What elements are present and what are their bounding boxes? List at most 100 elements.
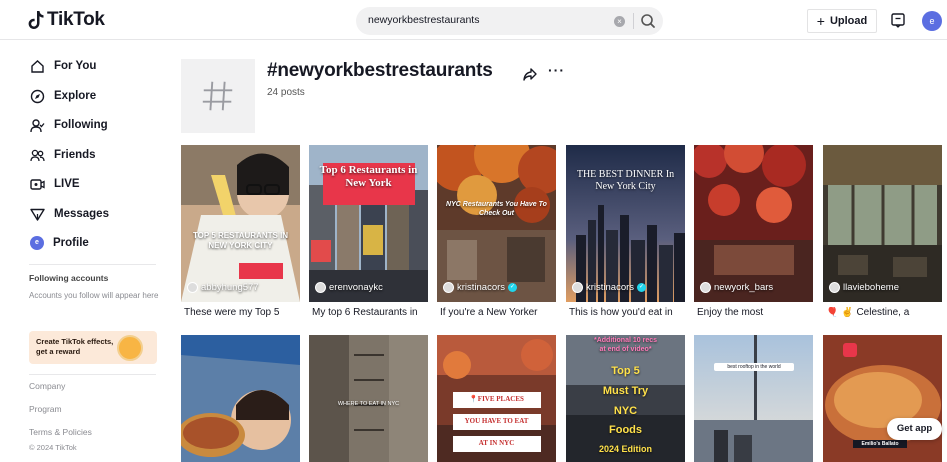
video-card[interactable]: llavieboheme 🎈 ✌️ Celestine, a xyxy=(823,145,942,323)
video-overlay-line: 📍FIVE PLACES xyxy=(469,395,524,403)
top-bar: TikTok newyorkbestrestaurants × + Upload… xyxy=(0,0,947,40)
effects-banner-text: Create TikTok effects, get a reward xyxy=(36,337,114,356)
video-author[interactable]: abbyhung577 xyxy=(187,282,259,293)
video-card[interactable] xyxy=(181,335,300,462)
video-author[interactable]: kristinacors ✓ xyxy=(572,282,647,293)
search-bar[interactable]: newyorkbestrestaurants × xyxy=(356,7,663,35)
verified-badge-icon: ✓ xyxy=(637,283,647,292)
sidebar-item-friends[interactable]: Friends xyxy=(30,145,96,165)
more-options-icon[interactable]: ··· xyxy=(548,62,565,78)
video-thumbnail[interactable] xyxy=(181,335,300,462)
author-avatar xyxy=(443,282,454,293)
search-divider xyxy=(633,13,634,29)
user-avatar[interactable]: e xyxy=(922,11,942,31)
video-card[interactable]: Top 6 Restaurants in New York erenvonayk… xyxy=(309,145,428,323)
video-card[interactable]: TOP 5 RESTAURANTS IN NEW YORK CITY abbyh… xyxy=(181,145,300,323)
search-icon[interactable] xyxy=(639,12,657,30)
video-caption[interactable]: If you're a New Yorker xyxy=(440,307,556,318)
video-overlay-line: Top 5 xyxy=(611,365,640,377)
video-card[interactable]: Emilio's Ballato xyxy=(823,335,942,462)
sidebar-item-messages[interactable]: Messages xyxy=(30,204,109,224)
tiktok-logo[interactable]: TikTok xyxy=(28,9,105,31)
video-thumbnail[interactable]: llavieboheme xyxy=(823,145,942,302)
video-author[interactable]: newyork_bars xyxy=(700,282,773,293)
footer-link-company[interactable]: Company xyxy=(29,381,65,391)
video-thumbnail[interactable]: WHERE TO EAT IN NYC xyxy=(309,335,428,462)
video-thumbnail[interactable]: 📍FIVE PLACES YOU HAVE TO EAT AT IN NYC xyxy=(437,335,556,462)
video-caption[interactable]: This is how you'd eat in xyxy=(569,307,685,318)
video-overlay-line: at end of video* xyxy=(599,346,652,353)
video-overlay-line: Foods xyxy=(609,424,642,436)
video-card[interactable]: best rooftop in the world xyxy=(694,335,813,462)
following-icon xyxy=(30,118,45,132)
tiktok-logo-icon xyxy=(28,11,44,29)
video-thumbnail[interactable]: *Additional 10 recs at end of video* Top… xyxy=(566,335,685,462)
video-overlay-text: TOP 5 RESTAURANTS IN NEW YORK CITY xyxy=(192,231,289,250)
video-card[interactable]: THE BEST DINNER In New York City kristin… xyxy=(566,145,685,323)
video-card[interactable]: *Additional 10 recs at end of video* Top… xyxy=(566,335,685,462)
sidebar-item-label: LIVE xyxy=(54,178,80,190)
search-input[interactable]: newyorkbestrestaurants xyxy=(368,14,479,26)
sidebar: For You Explore Following Friends LIVE M… xyxy=(0,41,165,462)
video-caption[interactable]: My top 6 Restaurants in xyxy=(312,307,428,318)
video-thumbnail[interactable]: NYC Restaurants You Have To Check Out kr… xyxy=(437,145,556,302)
video-author[interactable]: erenvonaykc xyxy=(315,282,383,293)
video-thumbnail[interactable]: best rooftop in the world xyxy=(694,335,813,462)
footer-link-program[interactable]: Program xyxy=(29,404,62,414)
video-caption[interactable]: 🎈 ✌️ Celestine, a xyxy=(826,307,942,318)
author-name: kristinacors xyxy=(586,282,635,293)
profile-avatar: e xyxy=(30,236,44,250)
sidebar-item-label: Profile xyxy=(53,237,89,249)
sidebar-item-profile[interactable]: e Profile xyxy=(30,233,89,253)
video-thumbnail[interactable]: TOP 5 RESTAURANTS IN NEW YORK CITY abbyh… xyxy=(181,145,300,302)
sidebar-item-label: For You xyxy=(54,60,97,72)
video-overlay-line: *Additional 10 recs xyxy=(593,337,658,344)
video-overlay-text: Emilio's Ballato xyxy=(853,440,907,448)
share-icon[interactable] xyxy=(522,66,538,82)
author-avatar xyxy=(315,282,326,293)
video-overlay-text: Top 6 Restaurants in New York xyxy=(319,164,418,189)
create-effects-banner[interactable]: Create TikTok effects, get a reward xyxy=(29,331,157,364)
sidebar-divider xyxy=(29,264,156,265)
video-overlay-line: 2024 Edition xyxy=(598,444,652,454)
video-thumbnail[interactable]: newyork_bars xyxy=(694,145,813,302)
footer-link-terms[interactable]: Terms & Policies xyxy=(29,427,92,437)
author-avatar xyxy=(829,282,840,293)
video-author[interactable]: kristinacors ✓ xyxy=(443,282,518,293)
video-card[interactable]: WHERE TO EAT IN NYC xyxy=(309,335,428,462)
video-author[interactable]: llavieboheme xyxy=(829,282,899,293)
video-caption[interactable]: Enjoy the most xyxy=(697,307,813,318)
video-overlay-line: YOU HAVE TO EAT xyxy=(464,417,529,425)
plus-icon: + xyxy=(816,13,825,29)
copyright-text: © 2024 TikTok xyxy=(29,443,77,452)
author-name: newyork_bars xyxy=(714,282,774,293)
video-overlay-line: Must Try xyxy=(602,385,649,397)
sidebar-item-explore[interactable]: Explore xyxy=(30,86,96,106)
get-app-button[interactable]: Get app xyxy=(887,418,942,440)
messages-icon xyxy=(30,208,45,221)
video-overlay-text: best rooftop in the world xyxy=(714,363,794,371)
video-thumbnail[interactable]: Top 6 Restaurants in New York erenvonayk… xyxy=(309,145,428,302)
effects-coin-icon xyxy=(117,335,143,361)
upload-button[interactable]: + Upload xyxy=(807,9,877,33)
video-thumbnail[interactable]: Emilio's Ballato xyxy=(823,335,942,462)
sidebar-item-label: Messages xyxy=(54,208,109,220)
clear-search-icon[interactable]: × xyxy=(614,16,625,27)
inbox-icon[interactable] xyxy=(890,12,906,28)
friends-icon xyxy=(30,149,45,161)
video-card[interactable]: newyork_bars Enjoy the most xyxy=(694,145,813,323)
sidebar-item-for-you[interactable]: For You xyxy=(30,56,96,76)
video-card[interactable]: NYC Restaurants You Have To Check Out kr… xyxy=(437,145,556,323)
sidebar-item-live[interactable]: LIVE xyxy=(30,174,80,194)
following-accounts-hint: Accounts you follow will appear here xyxy=(29,291,159,300)
video-card[interactable]: 📍FIVE PLACES YOU HAVE TO EAT AT IN NYC xyxy=(437,335,556,462)
author-name: erenvonaykc xyxy=(329,282,383,293)
author-avatar xyxy=(187,282,198,293)
video-overlay-text: THE BEST DINNER In New York City xyxy=(576,169,675,192)
sidebar-item-following[interactable]: Following xyxy=(30,115,108,135)
video-thumbnail[interactable]: THE BEST DINNER In New York City kristin… xyxy=(566,145,685,302)
sidebar-item-label: Explore xyxy=(54,90,97,102)
hashtag-title: #newyorkbestrestaurants xyxy=(267,60,493,81)
video-caption[interactable]: These were my Top 5 xyxy=(184,307,300,318)
hashtag-thumbnail xyxy=(181,59,255,133)
